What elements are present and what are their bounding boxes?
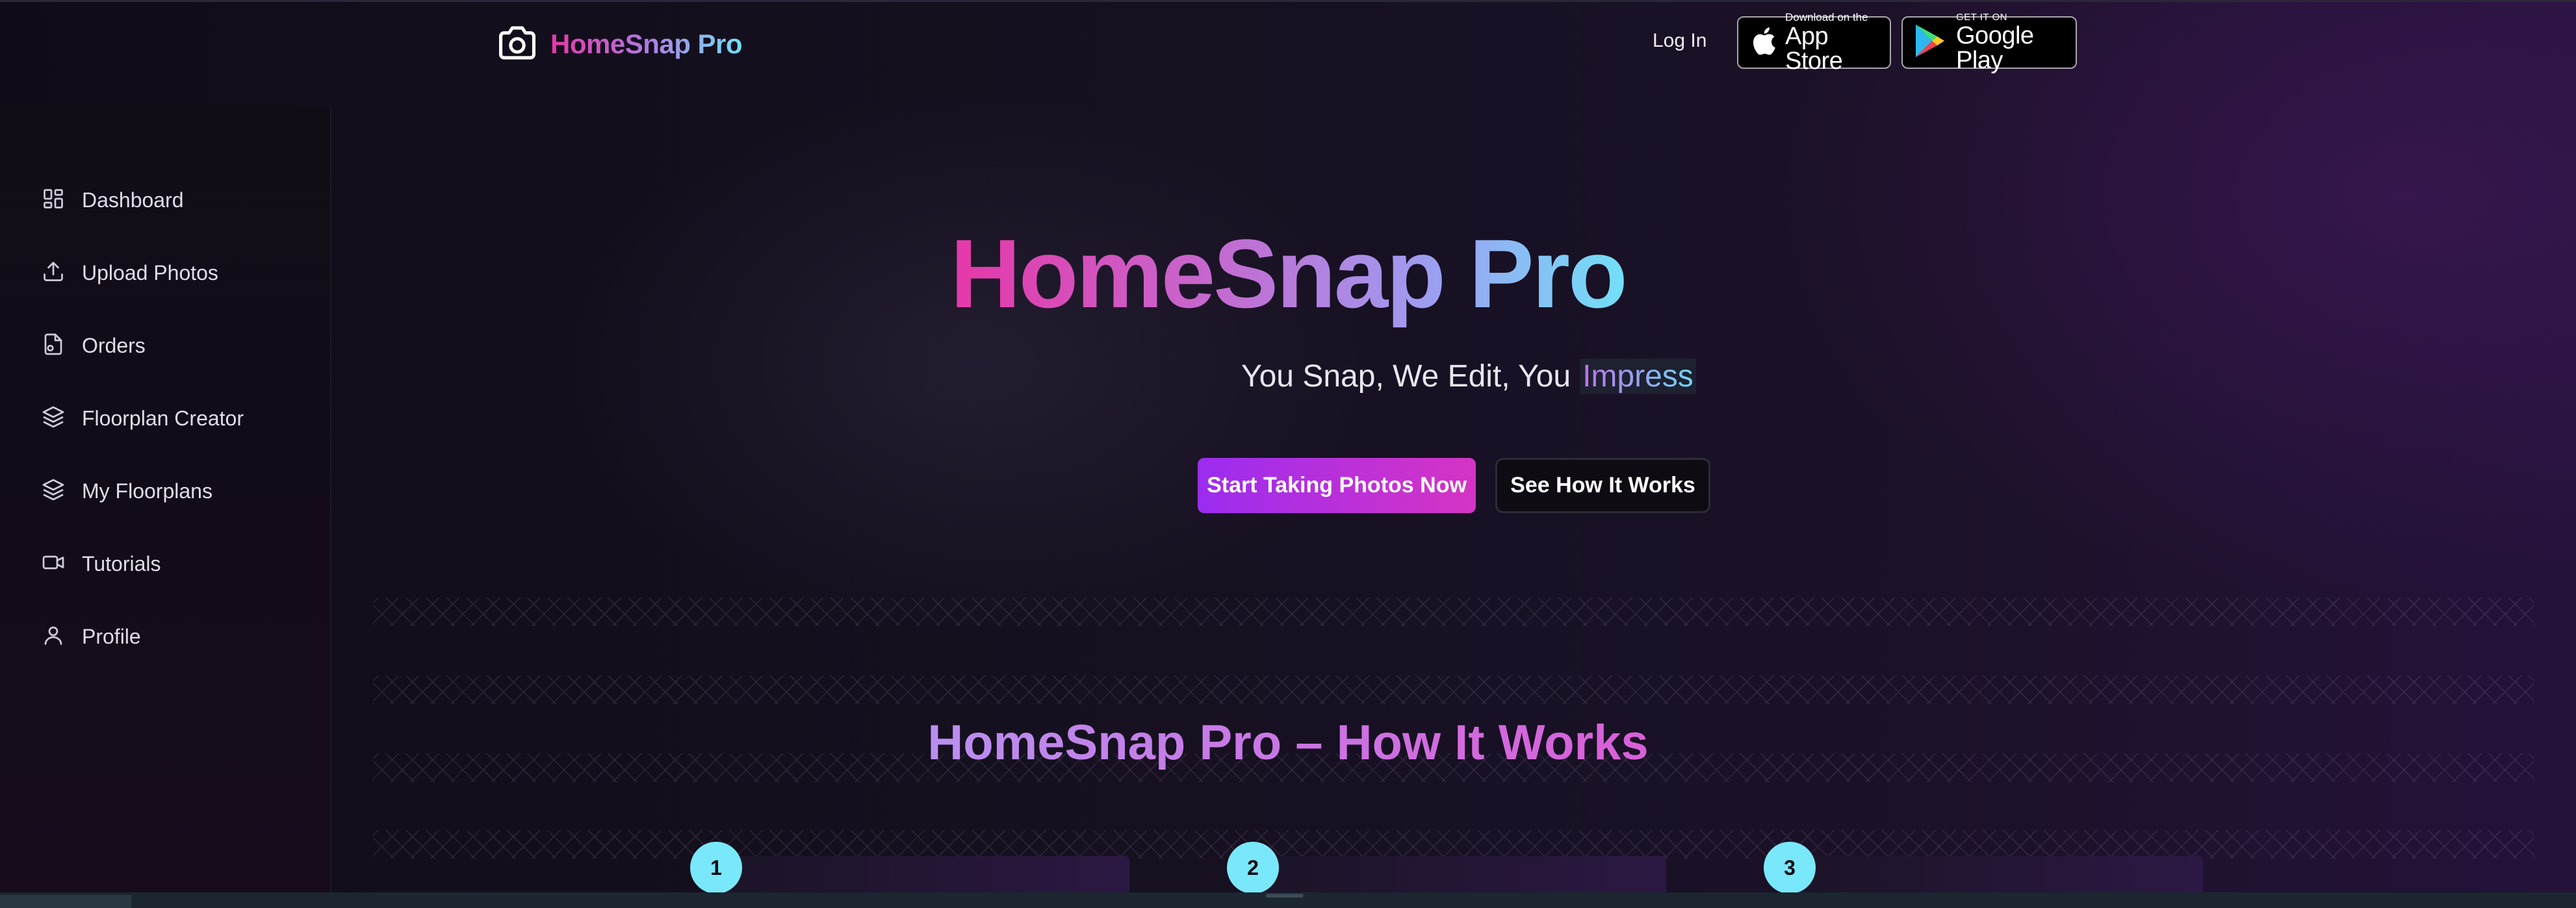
scrollbar-thumb[interactable] [0,895,131,908]
google-play-icon [1913,23,1947,62]
top-header: HomeSnap Pro Log In Download on the App … [0,0,2576,91]
sidebar-item-label: My Floorplans [82,479,213,503]
camera-icon [497,25,537,64]
step-number-badge: 1 [690,842,742,894]
apple-icon [1750,25,1776,60]
user-icon [42,624,65,650]
horizontal-scrollbar[interactable] [0,892,2576,908]
app-root: HomeSnap Pro Log In Download on the App … [0,0,2576,908]
sidebar-item-orders[interactable]: Orders [42,326,146,365]
see-how-it-works-button[interactable]: See How It Works [1495,458,1710,513]
sidebar-item-label: Profile [82,624,141,648]
sidebar-item-floorplan-creator[interactable]: Floorplan Creator [42,399,244,438]
sidebar-item-label: Dashboard [82,188,184,212]
layers-icon [42,478,65,505]
hero-title: HomeSnap Pro [950,219,1627,328]
sidebar-item-profile[interactable]: Profile [42,617,141,656]
app-store-small-text: Download on the [1785,11,1868,23]
step-number-badge: 3 [1764,842,1816,894]
hero-tagline: You Snap, We Edit, You Impress [1241,356,1696,396]
google-play-small-text: GET IT ON [1956,12,2007,23]
how-it-works-title: HomeSnap Pro – How It Works [927,715,1649,770]
sidebar-item-tutorials[interactable]: Tutorials [42,544,161,583]
dashboard-icon [42,187,65,214]
video-icon [42,551,65,577]
tagline-highlight: Impress [1580,358,1696,394]
orders-icon [42,333,65,359]
tagline-prefix: You Snap, We Edit, You [1241,359,1571,394]
app-store-big-text: App Store [1785,23,1843,75]
app-store-button[interactable]: Download on the App Store [1737,12,1891,73]
sidebar-item-label: Floorplan Creator [82,406,244,430]
layers-icon [42,405,65,432]
decorative-pattern-band [373,675,2534,704]
login-link[interactable]: Log In [1653,30,1707,52]
sidebar-item-label: Tutorials [82,551,161,575]
start-taking-photos-button[interactable]: Start Taking Photos Now [1198,458,1476,513]
scroll-indicator [1266,894,1304,898]
step-number-badge: 2 [1227,842,1279,894]
sidebar-item-my-floorplans[interactable]: My Floorplans [42,472,213,511]
sidebar-item-dashboard[interactable]: Dashboard [42,181,184,220]
google-play-big-text: Google Play [1956,22,2034,74]
brand-logo[interactable]: HomeSnap Pro [497,23,743,65]
google-play-button[interactable]: GET IT ON Google Play [1901,12,2077,73]
brand-name: HomeSnap Pro [550,29,743,59]
sidebar-item-label: Orders [82,333,146,357]
decorative-pattern-band [373,598,2534,626]
